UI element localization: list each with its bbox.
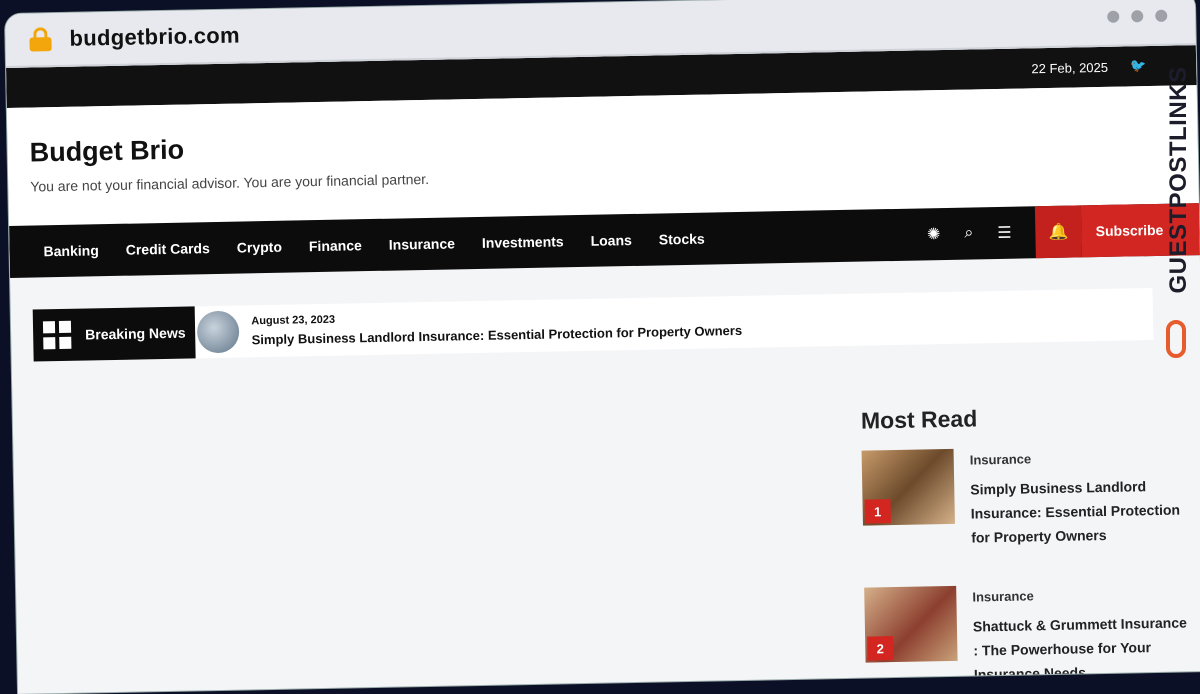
nav-item-loans[interactable]: Loans bbox=[590, 232, 632, 249]
article-category[interactable]: Insurance bbox=[970, 448, 1192, 467]
breaking-news-thumbnail[interactable] bbox=[197, 310, 240, 354]
window-dot-icon[interactable] bbox=[1107, 10, 1120, 23]
nav-item-investments[interactable]: Investments bbox=[482, 233, 564, 251]
window-dot-icon[interactable] bbox=[1155, 9, 1168, 22]
browser-window: budgetbrio.com 22 Feb, 2025 🐦 Budget Bri… bbox=[5, 0, 1200, 694]
breaking-news-bar: Breaking News August 23, 2023 Simply Bus… bbox=[32, 288, 1154, 362]
lock-icon bbox=[29, 27, 52, 52]
nav-item-crypto[interactable]: Crypto bbox=[237, 239, 282, 256]
article-title[interactable]: Simply Business Landlord Insurance: Esse… bbox=[970, 473, 1193, 549]
window-controls bbox=[1107, 9, 1168, 23]
window-dot-icon[interactable] bbox=[1131, 10, 1144, 23]
bell-icon[interactable]: 🔔 bbox=[1035, 205, 1083, 259]
nav-item-insurance[interactable]: Insurance bbox=[389, 235, 455, 252]
twitter-icon[interactable]: 🐦 bbox=[1130, 58, 1146, 74]
article-title[interactable]: Shattuck & Grummett Insurance : The Powe… bbox=[973, 610, 1196, 686]
most-read-section: Most Read 1 Insurance Simply Business La… bbox=[861, 401, 1197, 694]
watermark: GUESTPOSTLINKS bbox=[1162, 60, 1196, 360]
search-icon[interactable]: ⌕ bbox=[964, 224, 973, 242]
watermark-text: GUESTPOSTLINKS bbox=[1165, 66, 1192, 294]
site-header: Budget Brio You are not your financial a… bbox=[6, 85, 1199, 226]
article-category[interactable]: Insurance bbox=[972, 585, 1194, 604]
breaking-news-label: Breaking News bbox=[32, 306, 197, 362]
nav-item-stocks[interactable]: Stocks bbox=[659, 231, 705, 248]
rank-badge: 2 bbox=[867, 636, 894, 661]
url-text[interactable]: budgetbrio.com bbox=[69, 22, 240, 51]
list-item[interactable]: 2 Insurance Shattuck & Grummett Insuranc… bbox=[864, 581, 1196, 688]
theme-toggle-icon[interactable]: ✺ bbox=[927, 224, 941, 244]
article-thumbnail[interactable]: 1 bbox=[861, 448, 955, 526]
current-date: 22 Feb, 2025 bbox=[1031, 59, 1109, 76]
rank-badge: 1 bbox=[864, 499, 891, 524]
nav-item-credit-cards[interactable]: Credit Cards bbox=[126, 240, 210, 258]
breaking-news-title[interactable]: Simply Business Landlord Insurance: Esse… bbox=[252, 323, 743, 347]
most-read-heading: Most Read bbox=[860, 405, 978, 434]
breaking-news-text: Breaking News bbox=[85, 324, 186, 343]
menu-icon[interactable]: ☰ bbox=[997, 223, 1012, 243]
list-item[interactable]: 1 Insurance Simply Business Landlord Ins… bbox=[861, 444, 1194, 551]
link-icon bbox=[1166, 320, 1186, 358]
article-thumbnail[interactable]: 2 bbox=[864, 585, 958, 663]
nav-item-finance[interactable]: Finance bbox=[309, 237, 362, 254]
nav-item-banking[interactable]: Banking bbox=[43, 242, 99, 259]
grid-icon bbox=[42, 320, 72, 350]
